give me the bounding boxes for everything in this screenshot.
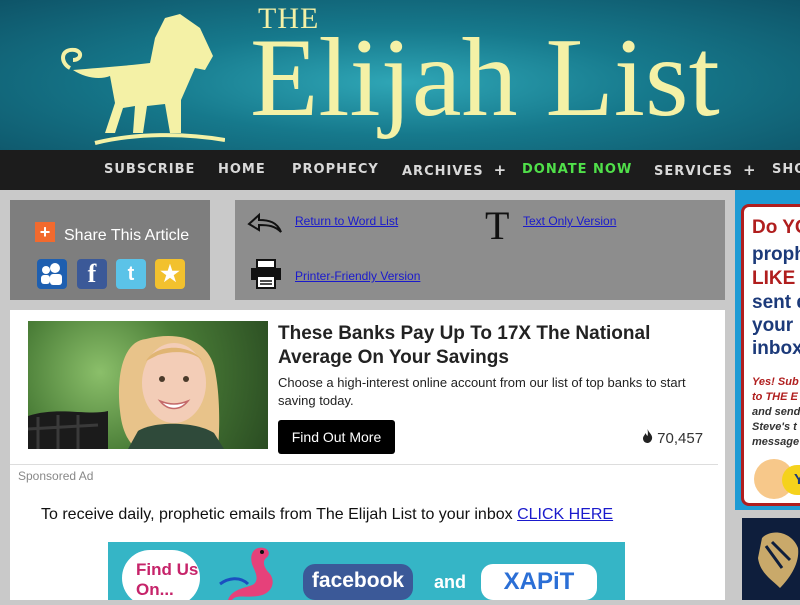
nav-services[interactable]: SERVICES + xyxy=(654,150,757,190)
twitter-icon[interactable]: t xyxy=(116,259,146,289)
sidebar-ad-line: your xyxy=(752,315,794,336)
ad-title[interactable]: These Banks Pay Up To 17X The National A… xyxy=(278,322,708,370)
brand-title: Elijah List xyxy=(250,16,720,140)
ad-divider xyxy=(10,464,718,465)
xapit-logo: XAPiT xyxy=(481,564,597,600)
ad-description: Choose a high-interest online account fr… xyxy=(278,375,686,408)
flamingo-icon xyxy=(219,547,273,600)
nav-label: DONATE NOW xyxy=(522,162,633,177)
sponsored-label: Sponsored Ad xyxy=(18,469,94,483)
text-only-icon[interactable]: T xyxy=(485,202,509,249)
share-plus-icon[interactable]: + xyxy=(35,222,55,242)
nav-label: HOME xyxy=(218,162,266,177)
printer-icon[interactable] xyxy=(249,258,283,290)
nav-prophecy[interactable]: PROPHECY xyxy=(292,150,379,190)
facebook-icon[interactable]: f xyxy=(77,259,107,289)
promo-and: and xyxy=(434,572,467,592)
return-link[interactable]: Return to Word List xyxy=(295,214,398,228)
article-tools: Return to Word List T Text Only Version … xyxy=(235,200,725,300)
nav-label: PROPHECY xyxy=(292,162,379,177)
sidebar-ad-small: message xyxy=(752,436,800,448)
plus-icon[interactable]: + xyxy=(743,161,757,179)
sidebar-ad-card: Do YO proph LIKE T sent d your inbox Yes… xyxy=(741,204,800,506)
share-title: Share This Article xyxy=(64,227,190,244)
nav-subscribe[interactable]: SUBSCRIBE xyxy=(104,150,195,190)
share-box: + Share This Article f t ★ xyxy=(10,200,210,300)
nav-label: SERVICES xyxy=(654,164,733,179)
sidebar-ad-line: inbox xyxy=(752,338,800,359)
lion-emblem-icon xyxy=(758,532,799,588)
main-content: These Banks Pay Up To 17X The National A… xyxy=(10,310,725,600)
email-signup-prompt: To receive daily, prophetic emails from … xyxy=(41,506,613,524)
flame-icon xyxy=(643,429,653,443)
nav-shop[interactable]: SHO xyxy=(772,150,800,190)
nav-label: SUBSCRIBE xyxy=(104,162,196,177)
facebook-logo: facebook xyxy=(303,564,413,600)
printer-friendly-link[interactable]: Printer-Friendly Version xyxy=(295,269,420,283)
text-only-link[interactable]: Text Only Version xyxy=(523,214,616,228)
plus-icon[interactable]: + xyxy=(494,161,508,179)
nav-archives[interactable]: ARCHIVES + xyxy=(402,150,507,190)
sidebar-dark-ad[interactable] xyxy=(742,518,800,600)
nav-home[interactable]: HOME xyxy=(218,150,266,190)
ad-image[interactable] xyxy=(28,321,268,449)
cta-text: To receive daily, prophetic emails from … xyxy=(41,506,513,523)
site-banner: THE Elijah List xyxy=(0,0,800,150)
nav-donate[interactable]: DONATE NOW xyxy=(522,150,632,190)
ad-popularity: 70,457 xyxy=(642,429,703,447)
sidebar-ad-line: proph xyxy=(752,244,800,265)
sidebar-ad-line: Do YO xyxy=(752,217,800,238)
sidebar-subscribe-ad[interactable]: Do YO proph LIKE T sent d your inbox Yes… xyxy=(735,190,800,510)
return-arrow-icon[interactable] xyxy=(245,210,285,236)
find-out-more-button[interactable]: Find Out More xyxy=(278,420,395,454)
sidebar-ad-small: to THE E xyxy=(752,391,798,403)
find-us-bubble: Find Us On... xyxy=(122,550,200,600)
sidebar-ad-line: LIKE T xyxy=(752,268,800,289)
favorite-star-icon[interactable]: ★ xyxy=(155,259,185,289)
sidebar-ad-line: sent d xyxy=(752,292,800,313)
sidebar-ad-small: and send xyxy=(752,406,800,418)
sidebar-ad-small: Yes! Sub xyxy=(752,376,799,388)
main-nav: SUBSCRIBE HOME PROPHECY ARCHIVES + DONATE… xyxy=(0,150,800,190)
nav-label: SHO xyxy=(772,162,800,177)
nav-label: ARCHIVES xyxy=(402,164,484,179)
ad-photo-woman xyxy=(28,336,224,449)
click-here-link[interactable]: CLICK HERE xyxy=(517,506,613,523)
sidebar-ad-small: Steve's t xyxy=(752,421,797,433)
social-promo-banner[interactable]: Find Us On... facebook and XAPiT xyxy=(108,542,625,600)
lion-logo xyxy=(61,14,225,145)
ad-count-value: 70,457 xyxy=(657,430,704,447)
myspace-icon[interactable] xyxy=(37,259,67,289)
